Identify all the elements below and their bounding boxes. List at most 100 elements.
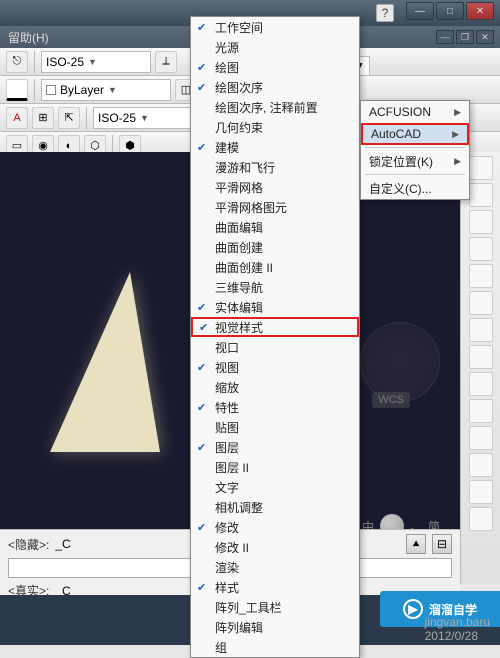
tool-icon[interactable]: A (6, 107, 28, 129)
toolbar-toggle-label: 视图 (215, 359, 239, 376)
tool-icon[interactable] (469, 372, 493, 396)
minimize-button[interactable]: — (406, 2, 434, 20)
navigation-wheel[interactable] (360, 322, 440, 402)
toolbar-toggle-item[interactable]: ✔ 图层 (191, 437, 359, 457)
toolbar-toggle-item[interactable]: 相机调整 (191, 497, 359, 517)
tool-icon[interactable] (469, 210, 493, 234)
layer-select[interactable]: ByLayer ▼ (41, 79, 171, 101)
toolbar-toggle-item[interactable]: ✔绘图次序 (191, 77, 359, 97)
tool-icon[interactable] (469, 345, 493, 369)
wcs-badge: WCS (372, 392, 410, 408)
toolbar-toggle-label: 图层 (215, 439, 239, 456)
toolbar-toggle-item[interactable]: 贴图 (191, 417, 359, 437)
toolbar-toggle-item[interactable]: ✔实体编辑 (191, 297, 359, 317)
tool-icon[interactable] (469, 264, 493, 288)
toolbar-toggle-label: 阵列_工具栏 (215, 599, 282, 616)
toolbar-toggle-item[interactable]: 曲面创建 II (191, 257, 359, 277)
toolbar-toggle-label: 修改 (215, 519, 239, 536)
tool-icon[interactable]: ⎋ (6, 51, 28, 73)
toolbar-toggle-item[interactable]: 渲染 (191, 557, 359, 577)
toolbar-toggle-label: 视口 (215, 339, 239, 356)
chevron-down-icon: ▼ (140, 113, 149, 123)
tool-icon[interactable] (469, 507, 493, 531)
tool-icon[interactable] (469, 237, 493, 261)
child-close-button[interactable]: ✕ (476, 30, 494, 44)
close-button[interactable]: ✕ (466, 2, 494, 20)
tool-icon[interactable] (469, 453, 493, 477)
help-button[interactable]: ? (376, 4, 394, 22)
submenu-label: AutoCAD (371, 127, 421, 141)
submenu-lock-position[interactable]: 锁定位置(K) ▶ (361, 150, 469, 172)
cone-model[interactable] (50, 272, 160, 452)
toolbar-toggle-item[interactable]: 视口 (191, 337, 359, 357)
submenu-label: ACFUSION (369, 105, 431, 119)
panel-button[interactable]: ⯅ (406, 534, 426, 554)
toolbar-toggle-label: 几何约束 (215, 119, 263, 136)
toolbar-toggle-item[interactable]: 阵列_工具栏 (191, 597, 359, 617)
chevron-right-icon: ▶ (454, 156, 461, 167)
toolbar-toggle-item[interactable]: ✔修改 (191, 517, 359, 537)
tool-icon[interactable] (469, 318, 493, 342)
toolbar-toggle-item[interactable]: ✔样式 (191, 577, 359, 597)
toolbar-toggle-item[interactable]: 文字 (191, 477, 359, 497)
dim-style-value-2: ISO-25 (98, 111, 136, 125)
dim-style-value: ISO-25 (46, 55, 84, 69)
submenu-autocad[interactable]: AutoCAD ▶ (361, 123, 469, 145)
toolbar-toggle-item[interactable]: ✔绘图 (191, 57, 359, 77)
tool-icon[interactable] (469, 480, 493, 504)
tool-icon[interactable]: ⇱ (58, 107, 80, 129)
tool-icon[interactable]: ⊞ (32, 107, 54, 129)
submenu-customize[interactable]: 自定义(C)... (361, 177, 469, 199)
line-color-icon[interactable] (6, 79, 28, 101)
tool-icon[interactable] (469, 156, 493, 180)
toolbar-toggle-label: 光源 (215, 39, 239, 56)
tool-icon[interactable] (469, 399, 493, 423)
dim-style-select-2[interactable]: ISO-25 ▼ (93, 107, 203, 129)
toolbar-toggle-item[interactable]: 曲面创建 (191, 237, 359, 257)
tool-icon[interactable]: ⟂ (155, 51, 177, 73)
check-icon: ✔ (197, 441, 206, 454)
toolbar-toggle-item[interactable]: 漫游和飞行 (191, 157, 359, 177)
toolbar-toggle-item[interactable]: 光源 (191, 37, 359, 57)
toolbar-toggle-label: 平滑网格图元 (215, 199, 287, 216)
toolbar-toggle-item[interactable]: 修改 II (191, 537, 359, 557)
toolbar-toggle-item[interactable]: ✔视觉样式 (191, 317, 359, 337)
toolbar-toggle-item[interactable]: ✔建模 (191, 137, 359, 157)
toolbar-toggle-label: 文字 (215, 479, 239, 496)
tool-icon[interactable] (469, 291, 493, 315)
toolbar-toggle-label: 曲面创建 II (215, 259, 273, 276)
help-menu[interactable]: 留助(H) (8, 29, 49, 46)
check-icon: ✔ (197, 581, 206, 594)
tool-icon[interactable] (469, 426, 493, 450)
submenu-acfusion[interactable]: ACFUSION ▶ (361, 101, 469, 123)
toolbar-toggle-label: 图层 II (215, 459, 249, 476)
child-minimize-button[interactable]: — (436, 30, 454, 44)
toolbar-toggle-label: 漫游和飞行 (215, 159, 275, 176)
panel-button[interactable]: ⊟ (432, 534, 452, 554)
child-restore-button[interactable]: ❐ (456, 30, 474, 44)
toolbar-context-menu[interactable]: ✔工作空间光源✔绘图✔绘图次序绘图次序, 注释前置几何约束✔建模漫游和飞行平滑网… (190, 16, 360, 658)
tool-icon[interactable] (469, 183, 493, 207)
toolbar-toggle-label: 绘图次序 (215, 79, 263, 96)
hidden-value: _C (55, 537, 70, 551)
toolbar-toggle-label: 修改 II (215, 539, 249, 556)
toolbar-toggle-item[interactable]: 绘图次序, 注释前置 (191, 97, 359, 117)
toolbar-toggle-item[interactable]: 组 (191, 637, 359, 657)
toolbar-toggle-item[interactable]: 曲面编辑 (191, 217, 359, 237)
maximize-button[interactable]: □ (436, 2, 464, 20)
toolbar-toggle-item[interactable]: 三维导航 (191, 277, 359, 297)
toolbar-toggle-item[interactable]: 平滑网格 (191, 177, 359, 197)
toolbar-toggle-item[interactable]: ✔工作空间 (191, 17, 359, 37)
toolbar-toggle-item[interactable]: ✔特性 (191, 397, 359, 417)
toolbar-toggle-item[interactable]: 几何约束 (191, 117, 359, 137)
toolbar-toggle-item[interactable]: 平滑网格图元 (191, 197, 359, 217)
dim-style-select[interactable]: ISO-25 ▼ (41, 51, 151, 73)
toolbar-toggle-item[interactable]: ✔视图 (191, 357, 359, 377)
context-submenu[interactable]: ACFUSION ▶ AutoCAD ▶ 锁定位置(K) ▶ 自定义(C)... (360, 100, 470, 200)
toolbar-toggle-item[interactable]: 阵列编辑 (191, 617, 359, 637)
check-icon: ✔ (199, 321, 208, 334)
play-icon: ▶ (403, 599, 423, 619)
toolbar-toggle-item[interactable]: 缩放 (191, 377, 359, 397)
right-toolbar (460, 152, 500, 584)
toolbar-toggle-item[interactable]: 图层 II (191, 457, 359, 477)
